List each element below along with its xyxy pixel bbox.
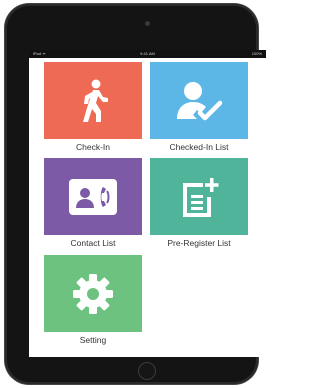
setting-icon-area[interactable] (44, 255, 142, 332)
checked-in-list-tile[interactable]: Checked-In List (150, 62, 248, 157)
contact-list-tile[interactable]: Contact List (44, 158, 142, 253)
check-in-icon-area[interactable] (44, 62, 142, 139)
checked-in-list-icon-area[interactable] (150, 62, 248, 139)
pre-register-list-tile[interactable]: Pre-Register List (150, 158, 248, 253)
status-bar: iPad ᯤ 9:41 AM 100% (29, 50, 266, 58)
document-add-icon (183, 177, 219, 217)
checked-in-list-label: Checked-In List (169, 142, 229, 152)
pre-register-list-label: Pre-Register List (167, 238, 231, 248)
gear-icon (73, 273, 113, 314)
contact-list-icon-area[interactable] (44, 158, 142, 235)
check-in-tile[interactable]: Check-In (44, 62, 142, 157)
app-screen: iPad ᯤ 9:41 AM 100% Check-In Checked-In … (29, 50, 266, 357)
contact-card-phone-icon (69, 178, 117, 215)
setting-tile[interactable]: Setting (44, 255, 142, 350)
pre-register-list-icon-area[interactable] (150, 158, 248, 235)
setting-label: Setting (79, 335, 107, 345)
status-time: 9:41 AM (140, 51, 155, 56)
home-button[interactable] (138, 362, 156, 380)
tablet-device: iPad ᯤ 9:41 AM 100% Check-In Checked-In … (5, 4, 266, 384)
front-camera (145, 21, 150, 26)
user-check-icon (177, 81, 223, 120)
battery-indicator: 100% (251, 51, 262, 56)
walking-person-icon (83, 79, 108, 122)
contact-list-label: Contact List (70, 238, 116, 248)
check-in-label: Check-In (75, 142, 110, 152)
